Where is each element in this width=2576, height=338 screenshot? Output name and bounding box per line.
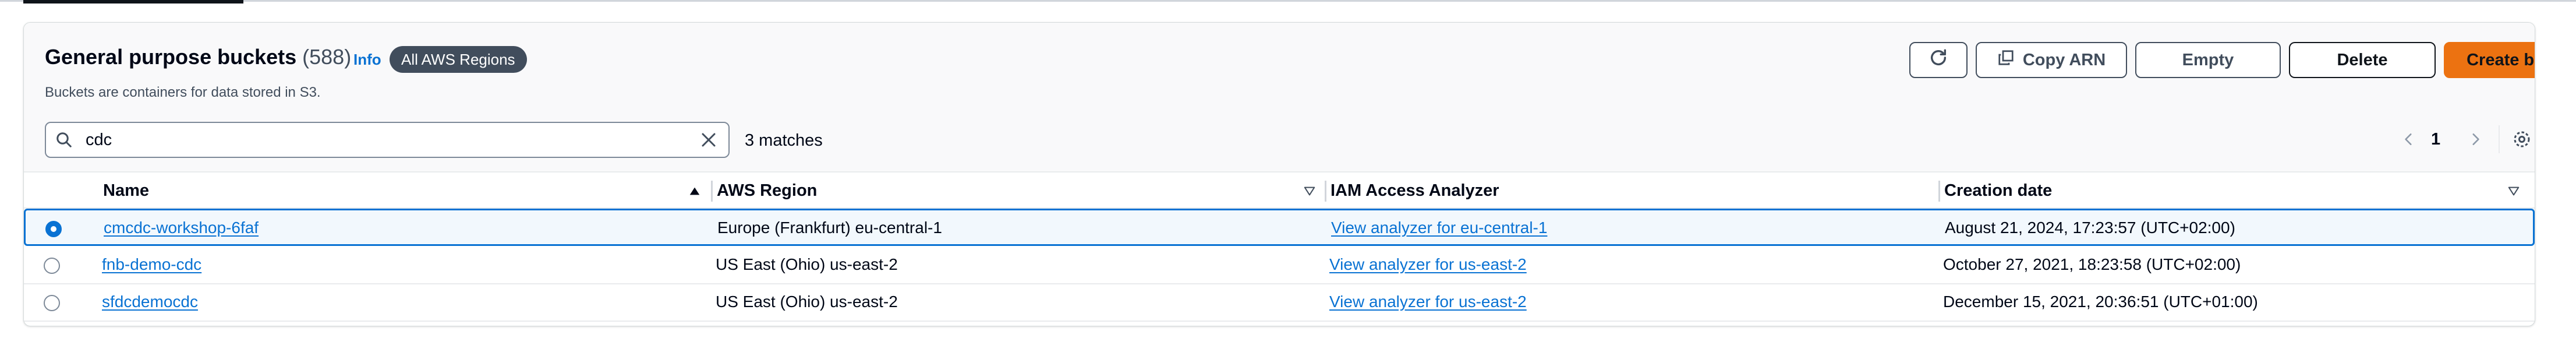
bucket-name-link[interactable]: cmcdc-workshop-6faf bbox=[104, 210, 259, 245]
creation-date: October 27, 2021, 18:23:58 (UTC+02:00) bbox=[1943, 255, 2241, 273]
copy-arn-button[interactable]: Copy ARN bbox=[1976, 42, 2127, 78]
refresh-button[interactable] bbox=[1909, 42, 1968, 78]
column-resizer[interactable] bbox=[1938, 181, 1940, 202]
tab-strip-divider bbox=[0, 0, 2576, 2]
column-header-iam-access-analyzer: IAM Access Analyzer bbox=[1331, 181, 1499, 200]
current-page-number[interactable]: 1 bbox=[2431, 130, 2440, 149]
bucket-region: US East (Ohio) us-east-2 bbox=[716, 255, 898, 273]
sort-icon[interactable] bbox=[2507, 184, 2521, 198]
copy-arn-label: Copy ARN bbox=[2022, 50, 2106, 69]
match-count: 3 matches bbox=[745, 131, 823, 150]
bucket-region: US East (Ohio) us-east-2 bbox=[716, 293, 898, 311]
region-badge: All AWS Regions bbox=[390, 46, 527, 73]
column-header-creation-date[interactable]: Creation date bbox=[1944, 172, 2052, 209]
page-title: General purpose buckets (588) bbox=[45, 45, 351, 69]
table-header: Name AWS Region IAM Access Analyzer Crea… bbox=[24, 171, 2535, 209]
info-link[interactable]: Info bbox=[353, 51, 381, 69]
row-select-radio[interactable] bbox=[44, 295, 60, 311]
create-bucket-button[interactable]: Create bucket bbox=[2444, 42, 2535, 78]
table-row[interactable]: sfdcdemocdc US East (Ohio) us-east-2 Vie… bbox=[24, 284, 2535, 322]
delete-button[interactable]: Delete bbox=[2289, 42, 2436, 78]
search-input[interactable]: cdc bbox=[86, 131, 697, 150]
page-title-text: General purpose buckets bbox=[45, 45, 297, 69]
bucket-count: (588) bbox=[302, 45, 352, 69]
sort-icon[interactable] bbox=[1303, 184, 1317, 198]
table-row[interactable]: cmcdc-workshop-6faf Europe (Frankfurt) e… bbox=[24, 209, 2535, 246]
view-analyzer-link[interactable]: View analyzer for us-east-2 bbox=[1329, 284, 1527, 319]
search-icon bbox=[55, 130, 75, 150]
refresh-icon bbox=[1929, 48, 1948, 72]
column-header-region[interactable]: AWS Region bbox=[717, 172, 817, 209]
next-page-icon[interactable] bbox=[2464, 128, 2487, 151]
empty-button[interactable]: Empty bbox=[2135, 42, 2281, 78]
previous-page-icon[interactable] bbox=[2397, 128, 2421, 151]
view-analyzer-link[interactable]: View analyzer for eu-central-1 bbox=[1331, 210, 1547, 245]
row-select-radio[interactable] bbox=[45, 221, 62, 237]
creation-date: December 15, 2021, 20:36:51 (UTC+01:00) bbox=[1943, 293, 2258, 311]
bucket-search[interactable]: cdc bbox=[45, 122, 730, 158]
sort-ascending-icon[interactable] bbox=[688, 184, 702, 198]
gear-icon[interactable] bbox=[2509, 126, 2535, 152]
bucket-region: Europe (Frankfurt) eu-central-1 bbox=[717, 219, 942, 237]
view-analyzer-link[interactable]: View analyzer for us-east-2 bbox=[1329, 247, 1527, 282]
pagination-divider bbox=[2499, 125, 2500, 153]
active-tab-indicator bbox=[23, 0, 243, 3]
buckets-panel: General purpose buckets (588) Info All AW… bbox=[23, 22, 2535, 326]
column-resizer[interactable] bbox=[711, 181, 713, 202]
row-select-radio[interactable] bbox=[44, 258, 60, 274]
bucket-name-link[interactable]: sfdcdemocdc bbox=[102, 284, 198, 319]
bucket-name-link[interactable]: fnb-demo-cdc bbox=[102, 247, 201, 282]
page-description: Buckets are containers for data stored i… bbox=[45, 85, 321, 100]
column-header-name[interactable]: Name bbox=[103, 172, 149, 209]
creation-date: August 21, 2024, 17:23:57 (UTC+02:00) bbox=[1945, 219, 2235, 237]
column-resizer[interactable] bbox=[1325, 181, 1326, 202]
table-row[interactable]: fnb-demo-cdc US East (Ohio) us-east-2 Vi… bbox=[24, 247, 2535, 284]
clear-search-icon[interactable] bbox=[697, 128, 720, 152]
copy-icon bbox=[1997, 49, 2015, 71]
